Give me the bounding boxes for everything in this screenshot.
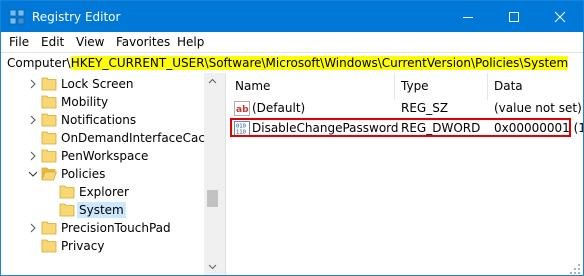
value-name: (Default) [252,101,306,115]
chevron-right-icon[interactable] [27,113,39,127]
menu-view[interactable]: View [76,34,104,50]
minimize-icon [463,17,473,18]
folder-icon [59,184,75,199]
minimize-button[interactable] [445,1,491,32]
tree-item-lock-screen[interactable]: Lock Screen [1,75,204,93]
resize-grip-icon[interactable] [569,263,581,275]
column-header-type[interactable]: Type [401,73,429,100]
chevron-right-icon[interactable] [27,77,39,91]
title-bar[interactable]: Registry Editor [1,1,583,32]
scroll-up-arrow-icon[interactable] [204,73,221,90]
address-highlighted-path: HKEY_CURRENT_USER\Software\Microsoft\Win… [70,56,569,70]
tree-item-penworkspace[interactable]: PenWorkspace [1,147,204,165]
folder-icon [41,238,57,253]
menu-help[interactable]: Help [177,34,204,50]
tree-item-label: Mobility [61,95,109,109]
folder-icon [41,220,57,235]
chevron-right-icon[interactable] [27,149,39,163]
registry-values-list[interactable]: Name Type Data ab (Default) REG_SZ (valu… [226,73,583,275]
folder-icon [41,130,57,145]
folder-icon [41,94,57,109]
tree-item-label: Explorer [79,185,129,199]
tree-item-privacy[interactable]: Privacy [1,237,204,255]
tree-vertical-scrollbar[interactable] [204,73,221,275]
registry-editor-window: Registry Editor File Edit View Favorites… [0,0,584,276]
maximize-button[interactable] [491,1,537,32]
tree-item-explorer[interactable]: Explorer [1,183,204,201]
address-prefix: Computer\ [7,56,71,70]
close-icon [554,11,566,23]
tree-item-system[interactable]: System [1,201,204,219]
registry-key-tree[interactable]: Lock Screen Mobility Notifications OnDem… [1,73,221,275]
tree-item-ondemandinterfacecache[interactable]: OnDemandInterfaceCache [1,129,220,147]
menu-bar: File Edit View Favorites Help [1,32,583,52]
tree-item-precisiontouchpad[interactable]: PrecisionTouchPad [1,219,204,237]
menu-file[interactable]: File [9,34,29,50]
tree-item-notifications[interactable]: Notifications [1,111,204,129]
column-divider[interactable] [487,73,488,100]
column-header-name[interactable]: Name [235,73,270,100]
tree-item-label: Policies [61,167,106,181]
svg-text:ab: ab [236,105,249,115]
menu-favorites[interactable]: Favorites [116,34,170,50]
address-path[interactable]: Computer\HKEY_CURRENT_USER\Software\Micr… [7,56,569,71]
scrollbar-thumb[interactable] [207,190,218,207]
maximize-icon [509,12,519,22]
chevron-down-icon[interactable] [27,167,39,181]
value-row-default[interactable]: ab (Default) REG_SZ (value not set) [226,99,583,118]
menu-edit[interactable]: Edit [41,34,64,50]
column-header-data[interactable]: Data [494,73,523,100]
close-button[interactable] [537,1,583,32]
column-divider[interactable] [394,73,395,100]
address-bar[interactable]: Computer\HKEY_CURRENT_USER\Software\Micr… [1,52,583,74]
chevron-right-icon[interactable] [27,221,39,235]
open-folder-icon [41,166,58,181]
string-value-icon: ab [234,101,250,116]
value-type: REG_SZ [401,101,449,115]
value-data: (value not set) [494,101,582,115]
folder-icon [41,112,57,127]
registry-editor-icon [9,9,25,25]
scroll-down-arrow-icon[interactable] [204,258,221,275]
tree-item-label: PenWorkspace [61,149,149,163]
tree-item-label: Lock Screen [61,77,134,91]
tree-item-label: PrecisionTouchPad [61,221,171,235]
folder-icon [41,148,57,163]
tree-item-mobility[interactable]: Mobility [1,93,204,111]
tree-item-label: Notifications [61,113,137,127]
tree-item-policies[interactable]: Policies [1,165,204,183]
highlight-annotation-box [230,118,571,137]
folder-icon [41,76,57,91]
folder-icon [59,202,75,217]
tree-item-label: System [77,202,126,218]
tree-item-label: OnDemandInterfaceCache [61,131,220,145]
tree-item-label: Privacy [61,239,105,253]
window-title: Registry Editor [32,10,121,24]
